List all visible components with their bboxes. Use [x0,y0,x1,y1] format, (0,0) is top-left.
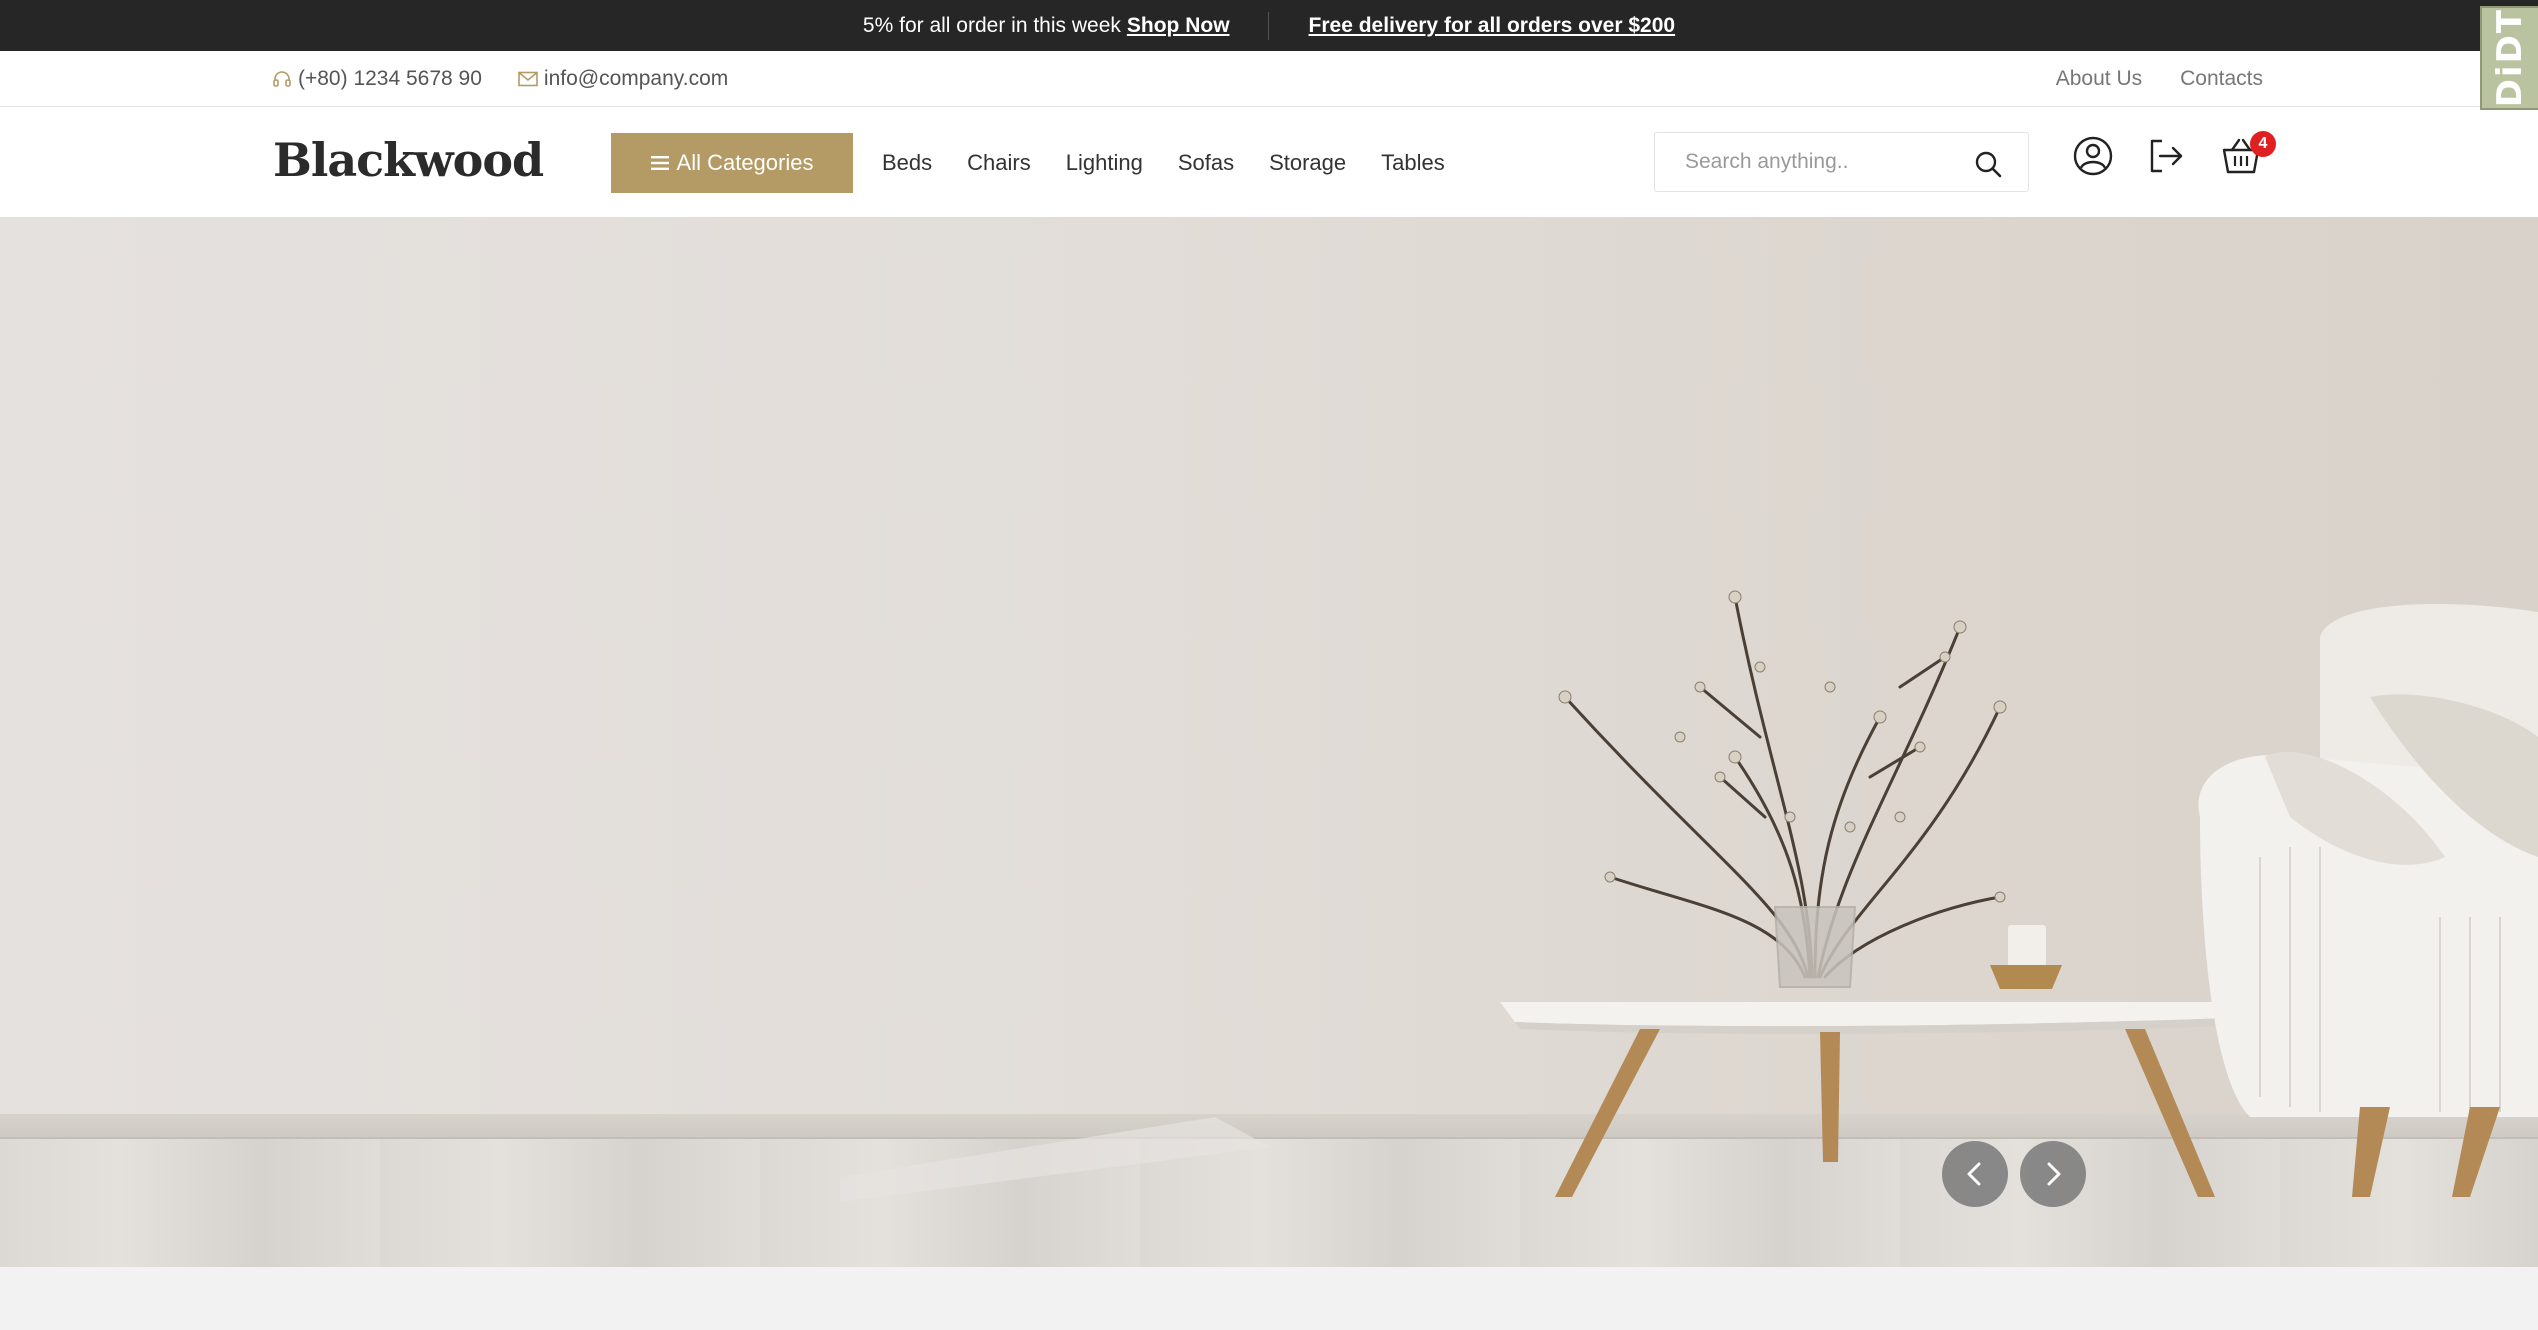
content-area [0,1267,2538,1330]
hero-banner [0,217,2538,1267]
promo-divider [1267,11,1269,40]
top-links: About Us Contacts [2056,51,2263,107]
phone-info: (+80) 1234 5678 90 [272,67,482,91]
email-address: info@company.com [543,67,729,90]
headset-icon [273,71,291,87]
nav-item-tables[interactable]: Tables [1381,150,1445,176]
hero-image [840,590,2538,1202]
side-widget-label: DiDT [2490,8,2530,108]
all-categories-button[interactable]: All Categories [611,133,853,193]
contacts-link[interactable]: Contacts [2180,67,2263,91]
next-slide-button[interactable] [2020,1141,2086,1207]
contact-info: (+80) 1234 5678 90 info@company.com [272,51,728,107]
menu-icon [650,156,669,170]
nav-item-storage[interactable]: Storage [1269,150,1346,176]
nav-item-beds[interactable]: Beds [882,150,932,176]
free-delivery-link[interactable]: Free delivery for all orders over $200 [1309,14,1676,38]
main-header: Blackwood All Categories Beds Chairs Lig… [0,107,2538,217]
phone-number: (+80) 1234 5678 90 [298,67,482,90]
search-box [1654,132,2029,192]
search-icon[interactable] [1974,150,2002,178]
side-widget[interactable]: DiDT [2480,6,2538,110]
promo-bar: 5% for all order in this week Shop Now F… [0,0,2538,51]
promo-offer: 5% for all order in this week Shop Now [863,14,1230,38]
prev-slide-button[interactable] [1942,1141,2008,1207]
logo[interactable]: Blackwood [273,133,544,187]
chevron-right-icon [2047,1162,2061,1186]
nav-item-lighting[interactable]: Lighting [1066,150,1143,176]
all-categories-label: All Categories [676,150,814,175]
cart-count-badge: 4 [2250,131,2276,157]
nav-item-chairs[interactable]: Chairs [967,150,1031,176]
email-info: info@company.com [518,67,728,91]
envelope-icon [518,71,538,87]
chevron-left-icon [1967,1162,1981,1186]
info-bar: (+80) 1234 5678 90 info@company.com Abou… [0,51,2538,107]
nav-item-sofas[interactable]: Sofas [1178,150,1234,176]
main-nav: Beds Chairs Lighting Sofas Storage Table… [882,133,1445,193]
search-input[interactable] [1685,150,1965,174]
promo-text: 5% for all order in this week [862,13,1121,37]
logout-icon[interactable] [2145,135,2187,177]
user-icon[interactable] [2072,135,2114,177]
about-us-link[interactable]: About Us [2056,67,2142,91]
shop-now-link[interactable]: Shop Now [1127,14,1230,38]
